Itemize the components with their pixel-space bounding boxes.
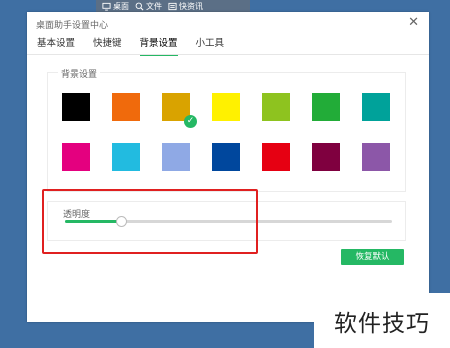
taskbar-item-news[interactable]: 快资讯: [168, 1, 203, 12]
color-swatch[interactable]: [112, 143, 140, 171]
reset-default-button[interactable]: 恢复默认: [341, 249, 404, 265]
taskbar-label-files: 文件: [146, 2, 162, 11]
taskbar-item-desktop[interactable]: 桌面: [102, 1, 129, 12]
color-swatch[interactable]: [262, 143, 290, 171]
tab-bar: 基本设置 快捷键 背景设置 小工具: [37, 36, 242, 56]
color-swatch[interactable]: [312, 93, 340, 121]
close-icon[interactable]: ✕: [408, 16, 419, 29]
monitor-icon: [102, 2, 111, 11]
watermark: 软件技巧: [314, 293, 450, 348]
color-swatch[interactable]: [362, 143, 390, 171]
dialog-title: 桌面助手设置中心: [36, 21, 109, 31]
tab-shortcuts[interactable]: 快捷键: [93, 36, 122, 54]
color-swatch[interactable]: [362, 93, 390, 121]
color-swatch[interactable]: [162, 143, 190, 171]
color-swatch[interactable]: [112, 93, 140, 121]
taskbar-label-desktop: 桌面: [113, 2, 129, 11]
taskbar-item-files[interactable]: 文件: [135, 1, 162, 12]
settings-dialog: 桌面助手设置中心 ✕ 基本设置 快捷键 背景设置 小工具 ✓ 背景设置 透明度 …: [27, 12, 429, 322]
opacity-highlight-box: [42, 189, 258, 254]
color-swatch[interactable]: [62, 93, 90, 121]
news-icon: [168, 2, 177, 11]
tab-divider: [27, 54, 429, 55]
background-section-title: 背景设置: [58, 67, 101, 80]
selected-check-icon: ✓: [184, 115, 197, 128]
tab-background-settings[interactable]: 背景设置: [139, 36, 178, 56]
color-swatch[interactable]: [62, 143, 90, 171]
taskbar-label-news: 快资讯: [179, 2, 203, 11]
color-swatch[interactable]: [262, 93, 290, 121]
background-panel: ✓: [47, 72, 406, 192]
color-swatch[interactable]: [212, 93, 240, 121]
tab-tools[interactable]: 小工具: [196, 36, 225, 54]
search-icon: [135, 2, 144, 11]
color-swatch[interactable]: [312, 143, 340, 171]
tab-basic-settings[interactable]: 基本设置: [37, 36, 75, 54]
color-swatch[interactable]: [212, 143, 240, 171]
